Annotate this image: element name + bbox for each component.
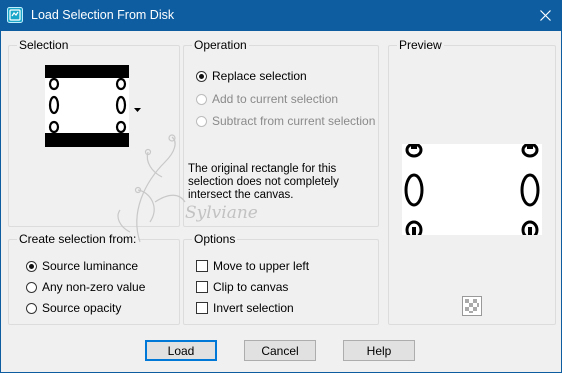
window-title: Load Selection From Disk [31,8,175,22]
source-luminance-label: Source luminance [42,259,139,273]
checkbox-box[interactable] [196,302,208,314]
preview-image [402,142,542,240]
app-icon [7,7,23,23]
invert-selection-checkbox[interactable]: Invert selection [196,301,294,315]
dropdown-arrow-icon[interactable] [134,102,141,116]
checkerboard-icon[interactable] [462,296,482,316]
add-selection-label: Add to current selection [212,92,339,106]
checkbox-box[interactable] [196,260,208,272]
move-upper-left-checkbox[interactable]: Move to upper left [196,259,309,273]
intersect-warning-text: The original rectangle for this selectio… [188,163,339,201]
replace-selection-radio[interactable]: Replace selection [196,69,307,83]
source-opacity-label: Source opacity [42,301,122,315]
radio-indicator[interactable] [26,281,37,293]
add-selection-radio[interactable]: Add to current selection [196,92,338,106]
move-upper-left-label: Move to upper left [213,259,310,273]
preview-group-title: Preview [397,38,444,52]
radio-indicator[interactable] [196,93,207,105]
radio-indicator[interactable] [196,70,207,82]
subtract-selection-radio[interactable]: Subtract from current selection [196,114,375,128]
help-button[interactable]: Help [343,340,415,361]
source-luminance-radio[interactable]: Source luminance [26,259,138,273]
options-group-title: Options [192,232,238,246]
checkbox-box[interactable] [196,281,208,293]
invert-selection-label: Invert selection [213,301,294,315]
replace-selection-label: Replace selection [212,69,307,83]
subtract-selection-label: Subtract from current selection [212,114,376,128]
any-nonzero-radio[interactable]: Any non-zero value [26,280,145,294]
selection-thumbnail[interactable] [45,65,129,147]
close-icon[interactable] [528,0,562,31]
operation-group: Operation Replace selection Add to curre… [183,38,379,227]
load-button[interactable]: Load [145,340,217,361]
clip-to-canvas-checkbox[interactable]: Clip to canvas [196,280,288,294]
radio-indicator[interactable] [26,302,37,314]
title-bar: Load Selection From Disk [0,0,562,31]
preview-group: Preview [388,38,556,325]
selection-group: Selection [8,38,180,227]
clip-to-canvas-label: Clip to canvas [213,280,289,294]
operation-group-title: Operation [192,38,249,52]
radio-indicator[interactable] [26,260,37,272]
cancel-button[interactable]: Cancel [244,340,316,361]
any-nonzero-label: Any non-zero value [42,280,146,294]
source-opacity-radio[interactable]: Source opacity [26,301,121,315]
selection-group-title: Selection [17,38,71,52]
create-selection-group: Create selection from: Source luminance … [8,232,180,325]
radio-indicator[interactable] [196,115,207,127]
create-selection-group-title: Create selection from: [17,232,139,246]
options-group: Options Move to upper left Clip to canva… [183,232,379,325]
